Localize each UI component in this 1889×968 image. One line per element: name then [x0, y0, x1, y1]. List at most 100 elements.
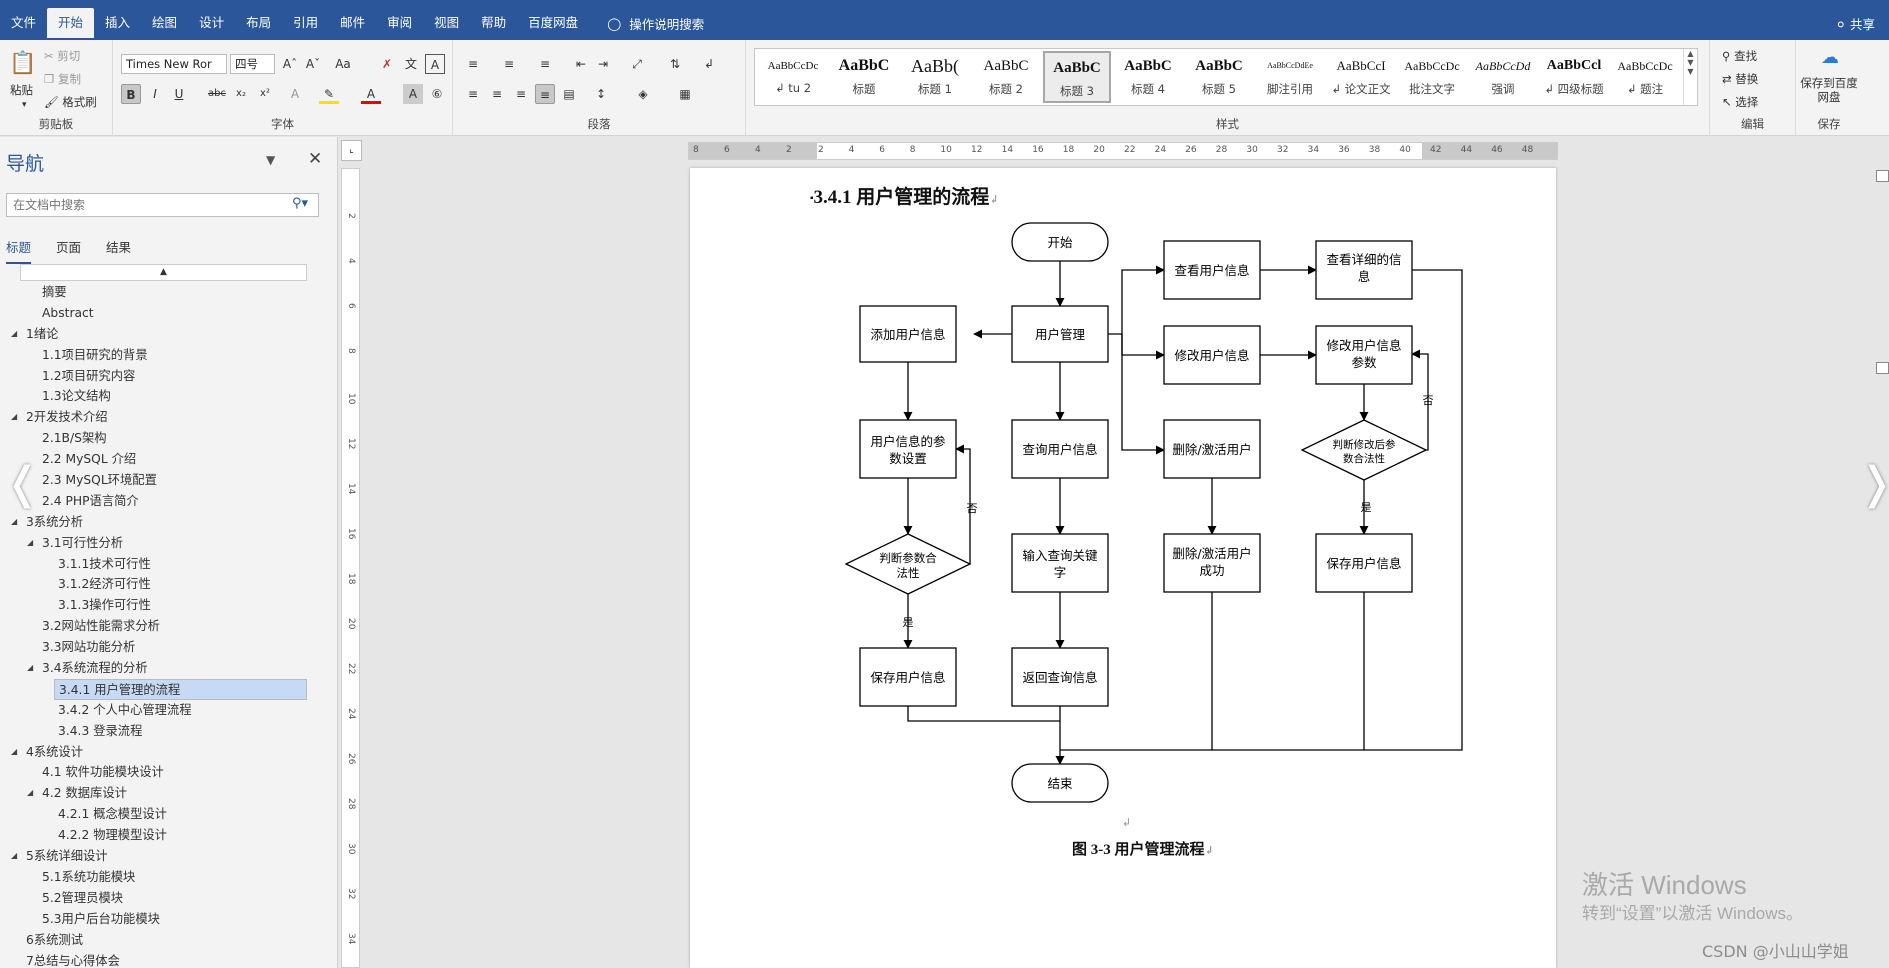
- font-name-select[interactable]: Times New Ror: [121, 54, 227, 74]
- bold-icon[interactable]: B: [121, 84, 141, 104]
- outline-item[interactable]: ◢ 3系统分析: [0, 512, 337, 533]
- tab-4[interactable]: 设计: [188, 8, 235, 38]
- outline-item[interactable]: ◢ 2开发技术介绍: [0, 407, 337, 428]
- outline-item[interactable]: 4.2.2 物理模型设计: [0, 825, 337, 846]
- outline-item[interactable]: 3.4.1 用户管理的流程: [54, 678, 307, 700]
- clear-format-icon[interactable]: ✗: [377, 54, 397, 74]
- outline-item[interactable]: ◢ 4.2 数据库设计: [0, 783, 337, 804]
- collapse-triangle-icon[interactable]: ◢: [11, 324, 17, 345]
- italic-icon[interactable]: I: [145, 84, 165, 104]
- cut-button[interactable]: ✂ 剪切: [44, 48, 80, 64]
- subscript-icon[interactable]: x₂: [231, 84, 251, 104]
- share-button[interactable]: ⚪ 共享: [1836, 14, 1875, 33]
- collapse-triangle-icon[interactable]: ◢: [27, 783, 33, 804]
- collapse-triangle-icon[interactable]: ◢: [27, 533, 33, 554]
- prev-page-arrow-icon[interactable]: ❬: [4, 458, 41, 509]
- superscript-icon[interactable]: x²: [255, 84, 275, 104]
- justify-icon[interactable]: ≡: [535, 84, 555, 104]
- outline-item[interactable]: 3.1.2经济可行性: [0, 574, 337, 595]
- nav-options-icon[interactable]: ▼: [266, 153, 275, 167]
- scroll-marker[interactable]: [1876, 362, 1889, 374]
- vertical-ruler[interactable]: 2 4 6 8 10 12 14 16 18 20 22 24 26 28 30 32 34: [341, 168, 360, 968]
- collapse-triangle-icon[interactable]: ◢: [11, 846, 17, 867]
- search-icon[interactable]: ⚲▾: [292, 196, 308, 211]
- horizontal-ruler[interactable]: 8 6 4 2 2 4 6 8 10 12 14 16 18 20 22 24 26 28 30 32 34 36 38 40…: [688, 142, 1558, 160]
- document-page[interactable]: ▪3.4.1 用户管理的流程↲ 开始 结束 用户管理 添加用户信息 用户信息的参…: [690, 168, 1556, 968]
- tab-7[interactable]: 邮件: [329, 8, 376, 38]
- style-item[interactable]: AaBbCcDdEe 脚注引用: [1256, 51, 1324, 103]
- outline-item[interactable]: 3.2网站性能需求分析: [0, 616, 337, 637]
- font-color-icon[interactable]: A: [361, 84, 381, 104]
- tab-10[interactable]: 帮助: [470, 8, 517, 38]
- outline-item[interactable]: 7总结与心得体会: [0, 951, 337, 968]
- outline-item[interactable]: 1.1项目研究的背景: [0, 345, 337, 366]
- outline-item[interactable]: 3.4.3 登录流程: [0, 721, 337, 742]
- outline-item[interactable]: 2.1B/S架构: [0, 428, 337, 449]
- tab-11[interactable]: 百度网盘: [517, 8, 589, 38]
- tell-me-search[interactable]: ◯ 操作说明搜索: [589, 8, 704, 38]
- outline-item[interactable]: 5.3用户后台功能模块: [0, 909, 337, 930]
- increase-indent-icon[interactable]: ⇥: [593, 54, 613, 74]
- style-item[interactable]: AaBbCcI ↲ 论文正文: [1327, 51, 1395, 103]
- multilevel-list-icon[interactable]: ≡: [535, 54, 555, 74]
- outline-item[interactable]: 1.2项目研究内容: [0, 366, 337, 387]
- show-marks-icon[interactable]: ↲: [699, 54, 719, 74]
- strikethrough-icon[interactable]: abc: [207, 84, 227, 104]
- collapse-triangle-icon[interactable]: ◢: [11, 407, 17, 428]
- grow-font-icon[interactable]: Aˆ: [280, 54, 300, 74]
- line-spacing-icon[interactable]: ↕: [591, 84, 611, 104]
- align-left-icon[interactable]: ≡: [463, 84, 483, 104]
- scroll-marker[interactable]: [1876, 170, 1889, 182]
- outline-item[interactable]: 4.2.1 概念模型设计: [0, 804, 337, 825]
- highlight-icon[interactable]: ✎: [319, 84, 339, 104]
- outline-item[interactable]: Abstract: [0, 303, 337, 324]
- outline-item[interactable]: 1.3论文结构: [0, 386, 337, 407]
- chinese-layout-icon[interactable]: ⤢: [627, 54, 647, 74]
- style-item[interactable]: AaBbCcl ↲ 四级标题: [1540, 51, 1608, 103]
- close-icon[interactable]: ✕: [308, 149, 322, 169]
- outline-item[interactable]: 2.4 PHP语言简介: [0, 491, 337, 512]
- style-item[interactable]: AaBbC 标题 2: [972, 51, 1040, 103]
- outline-item[interactable]: 2.2 MySQL 介绍: [0, 449, 337, 470]
- shrink-font-icon[interactable]: Aˇ: [303, 54, 323, 74]
- select-button[interactable]: ↖ 选择: [1722, 94, 1758, 110]
- collapse-up-icon[interactable]: ▲: [20, 264, 307, 281]
- outline-item[interactable]: ◢ 4系统设计: [0, 742, 337, 763]
- outline-item[interactable]: 3.3网站功能分析: [0, 637, 337, 658]
- collapse-triangle-icon[interactable]: ◢: [27, 658, 33, 679]
- outline-item[interactable]: ◢ 3.1可行性分析: [0, 533, 337, 554]
- outline-item[interactable]: 3.1.1技术可行性: [0, 554, 337, 575]
- collapse-triangle-icon[interactable]: ◢: [11, 512, 17, 533]
- outline-item[interactable]: 5.1系统功能模块: [0, 867, 337, 888]
- shading-icon[interactable]: ◈: [633, 84, 653, 104]
- phonetic-guide-icon[interactable]: 文: [401, 54, 421, 74]
- style-item[interactable]: AaBb(标题 1: [901, 51, 969, 103]
- paste-icon[interactable]: 📋: [8, 48, 38, 80]
- style-item[interactable]: AaBbCcDc ↲ 题注: [1611, 51, 1679, 103]
- tab-3[interactable]: 绘图: [141, 8, 188, 38]
- style-item[interactable]: AaBbC 标题: [830, 51, 898, 103]
- nav-search-input[interactable]: [6, 193, 319, 217]
- outline-item[interactable]: ◢ 3.4系统流程的分析: [0, 658, 337, 679]
- outline-item[interactable]: 5.2管理员模块: [0, 888, 337, 909]
- nav-tab-1[interactable]: 页面: [56, 237, 81, 264]
- tab-9[interactable]: 视图: [423, 8, 470, 38]
- replace-button[interactable]: ⇄ 替换: [1722, 71, 1758, 87]
- outline-item[interactable]: 6系统测试: [0, 930, 337, 951]
- gallery-scroll[interactable]: ▲ ▼ ▼: [1683, 49, 1697, 105]
- underline-icon[interactable]: U: [169, 84, 189, 104]
- outline-item[interactable]: ◢ 5系统详细设计: [0, 846, 337, 867]
- text-effects-icon[interactable]: A: [285, 84, 305, 104]
- outline-item[interactable]: 4.1 软件功能模块设计: [0, 762, 337, 783]
- change-case-icon[interactable]: Aa: [333, 54, 353, 74]
- outline-item[interactable]: ◢ 1绪论: [0, 324, 337, 345]
- style-item[interactable]: AaBbC 标题 5: [1185, 51, 1253, 103]
- outline-item[interactable]: 3.4.2 个人中心管理流程: [0, 700, 337, 721]
- format-painter-button[interactable]: 🖌 格式刷: [44, 94, 97, 110]
- outline-item[interactable]: 2.3 MySQL环境配置: [0, 470, 337, 491]
- nav-tab-2[interactable]: 结果: [106, 237, 131, 264]
- decrease-indent-icon[interactable]: ⇤: [571, 54, 591, 74]
- find-button[interactable]: ⚲ 查找: [1722, 48, 1757, 64]
- style-item[interactable]: AaBbC 标题 4: [1114, 51, 1182, 103]
- tab-1[interactable]: 开始: [47, 8, 95, 38]
